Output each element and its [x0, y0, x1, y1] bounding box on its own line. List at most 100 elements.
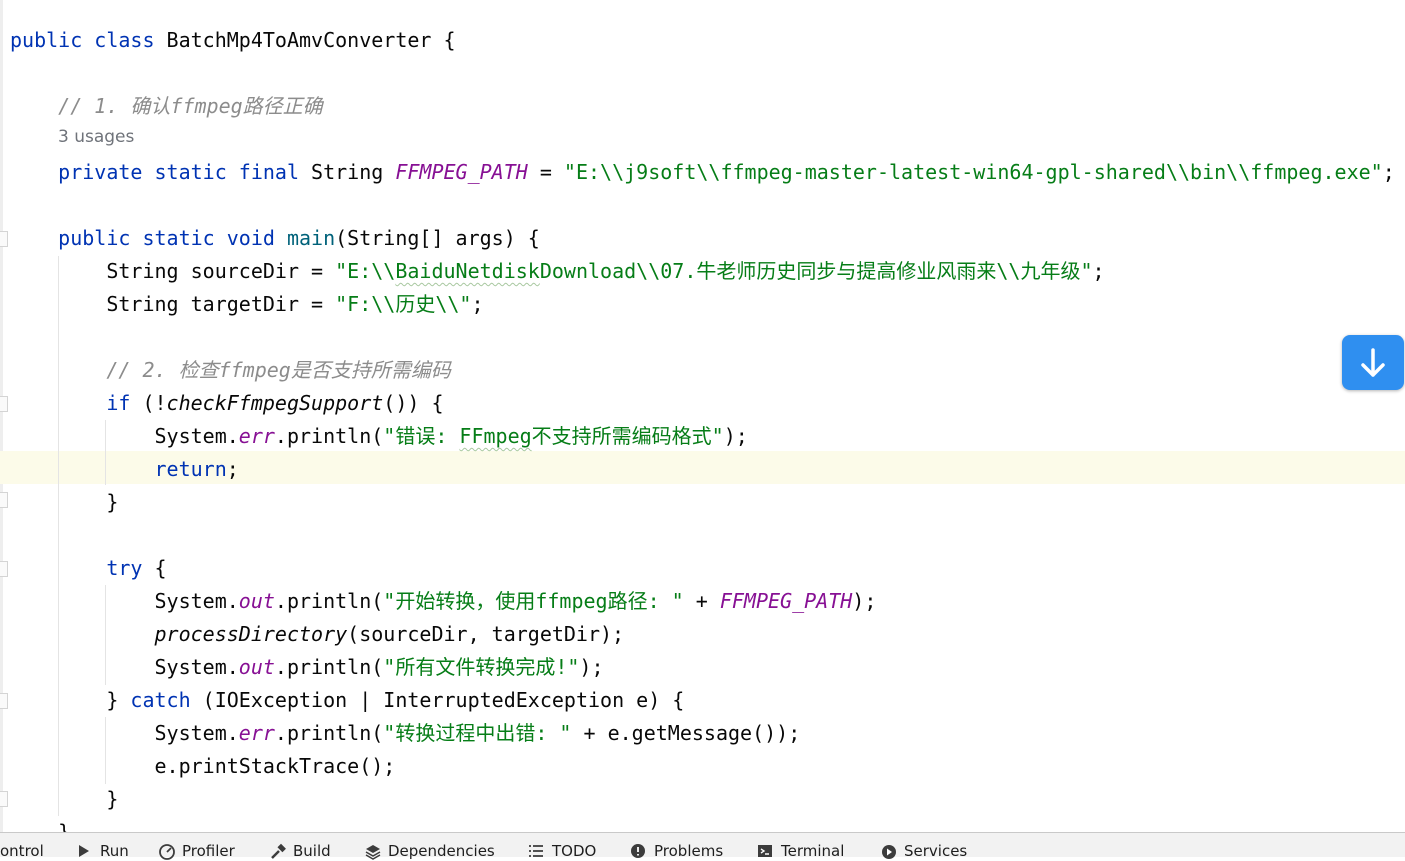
code-token: out: [238, 589, 275, 613]
usages-hint[interactable]: 3 usages: [58, 127, 134, 147]
bottom-tool-window-bar: ontrol Run Profiler Build Dependencies T…: [0, 832, 1405, 860]
code-token: err: [238, 721, 275, 745]
code-token: (sourceDir, targetDir);: [347, 622, 625, 646]
code-token: .println(: [274, 655, 384, 679]
problems-icon: [631, 844, 645, 858]
code-token: "E:\\j9soft\\ffmpeg-master-latest-win64-…: [563, 160, 1383, 184]
code-line[interactable]: return;: [10, 453, 239, 486]
code-token: ()) {: [383, 391, 444, 415]
fold-marker-icon[interactable]: [0, 693, 8, 709]
code-token: {: [154, 556, 167, 580]
code-token: public class: [10, 28, 167, 52]
code-line[interactable]: System.err.println("转换过程中出错: " + e.getMe…: [10, 717, 800, 750]
code-token: "错误:: [383, 424, 460, 448]
fold-marker-icon[interactable]: [0, 396, 8, 412]
code-line[interactable]: String targetDir = "F:\\历史\\";: [10, 288, 483, 321]
code-token: BaiduNetdisk: [395, 259, 540, 283]
code-token: "所有文件转换完成!": [383, 655, 580, 679]
code-line[interactable]: try {: [10, 552, 167, 585]
code-token: private static final: [10, 160, 312, 184]
run-icon: [79, 845, 89, 857]
code-line[interactable]: System.out.println("所有文件转换完成!");: [10, 651, 604, 684]
code-line[interactable]: }: [10, 816, 70, 832]
terminal-icon: [758, 845, 772, 857]
code-token: + e.getMessage());: [571, 721, 801, 745]
fold-marker-icon[interactable]: [0, 231, 8, 247]
code-token: FFMPEG_PATH: [719, 589, 853, 613]
code-token: =: [527, 160, 564, 184]
code-token: try: [10, 556, 155, 580]
code-token: System.: [10, 424, 239, 448]
code-token: "转换过程中出错: ": [383, 721, 572, 745]
code-line[interactable]: if (!checkFfmpegSupport()) {: [10, 387, 444, 420]
code-line[interactable]: // 2. 检查ffmpeg是否支持所需编码: [10, 354, 451, 387]
code-line[interactable]: System.err.println("错误: FFmpeg不支持所需编码格式"…: [10, 420, 748, 453]
code-line[interactable]: System.out.println("开始转换，使用ffmpeg路径: " +…: [10, 585, 876, 618]
code-token: 不支持所需编码格式": [531, 424, 724, 448]
code-line[interactable]: String sourceDir = "E:\\BaiduNetdiskDown…: [10, 255, 1105, 288]
code-line[interactable]: // 1. 确认ffmpeg路径正确: [10, 90, 323, 123]
code-token: }: [10, 820, 71, 832]
code-token: ;: [1092, 259, 1105, 283]
profiler-icon: [159, 844, 175, 860]
dependencies-icon: [365, 845, 381, 860]
services-icon: [882, 845, 896, 859]
code-token: .println(: [274, 589, 384, 613]
code-token: ;: [1382, 160, 1395, 184]
code-token: System.: [10, 589, 239, 613]
code-token: Download\\07.牛老师历史同步与提高修业风雨来\\九年级": [539, 259, 1093, 283]
arrow-down-icon: [1361, 347, 1385, 377]
code-token: String targetDir =: [10, 292, 336, 316]
code-token: public static void: [10, 226, 287, 250]
code-token: }: [10, 787, 119, 811]
code-line[interactable]: public class BatchMp4ToAmvConverter {: [10, 24, 456, 57]
code-token: }: [10, 688, 131, 712]
code-token: .println(: [274, 424, 384, 448]
code-token: "E:\\: [335, 259, 396, 283]
code-token: err: [238, 424, 275, 448]
scroll-to-bottom-button[interactable]: [1342, 335, 1404, 390]
code-token: String sourceDir =: [10, 259, 336, 283]
code-editor[interactable]: 3 usages public class BatchMp4ToAmvConve…: [0, 0, 1405, 832]
code-token: if: [10, 391, 143, 415]
code-token: (!: [142, 391, 167, 415]
code-line[interactable]: private static final String FFMPEG_PATH …: [10, 156, 1395, 189]
code-token: checkFfmpegSupport: [166, 391, 384, 415]
code-token: String: [311, 160, 396, 184]
code-token: // 1. 确认ffmpeg路径正确: [10, 94, 323, 118]
code-token: (IOException | InterruptedException e) {: [202, 688, 685, 712]
build-icon: [271, 843, 286, 859]
code-token: FFMPEG_PATH: [395, 160, 528, 184]
code-token: System.: [10, 655, 239, 679]
code-token: .println(: [274, 721, 384, 745]
code-token: ;: [226, 457, 239, 481]
code-token: }: [10, 490, 119, 514]
fold-marker-icon[interactable]: [0, 791, 8, 807]
code-token: +: [683, 589, 720, 613]
code-token: BatchMp4ToAmvConverter {: [166, 28, 456, 52]
code-token: return: [10, 457, 227, 481]
code-line[interactable]: }: [10, 783, 118, 816]
code-line[interactable]: e.printStackTrace();: [10, 750, 395, 783]
code-line[interactable]: } catch (IOException | InterruptedExcept…: [10, 684, 684, 717]
code-token: ;: [471, 292, 484, 316]
code-token: "开始转换，使用ffmpeg路径: ": [383, 589, 684, 613]
fold-marker-icon[interactable]: [0, 492, 8, 508]
code-token: (String[] args) {: [335, 226, 540, 250]
code-line[interactable]: processDirectory(sourceDir, targetDir);: [10, 618, 625, 651]
code-token: processDirectory: [154, 622, 348, 646]
code-token: "F:\\历史\\": [335, 292, 472, 316]
code-token: catch: [130, 688, 203, 712]
code-token: System.: [10, 721, 239, 745]
todo-icon: [529, 845, 543, 857]
fold-marker-icon[interactable]: [0, 561, 8, 577]
code-line[interactable]: public static void main(String[] args) {: [10, 222, 540, 255]
code-token: );: [723, 424, 748, 448]
code-token: );: [579, 655, 604, 679]
code-token: );: [852, 589, 877, 613]
code-token: out: [238, 655, 275, 679]
code-line[interactable]: }: [10, 486, 118, 519]
code-token: FFmpeg: [459, 424, 532, 448]
code-token: main: [286, 226, 336, 250]
